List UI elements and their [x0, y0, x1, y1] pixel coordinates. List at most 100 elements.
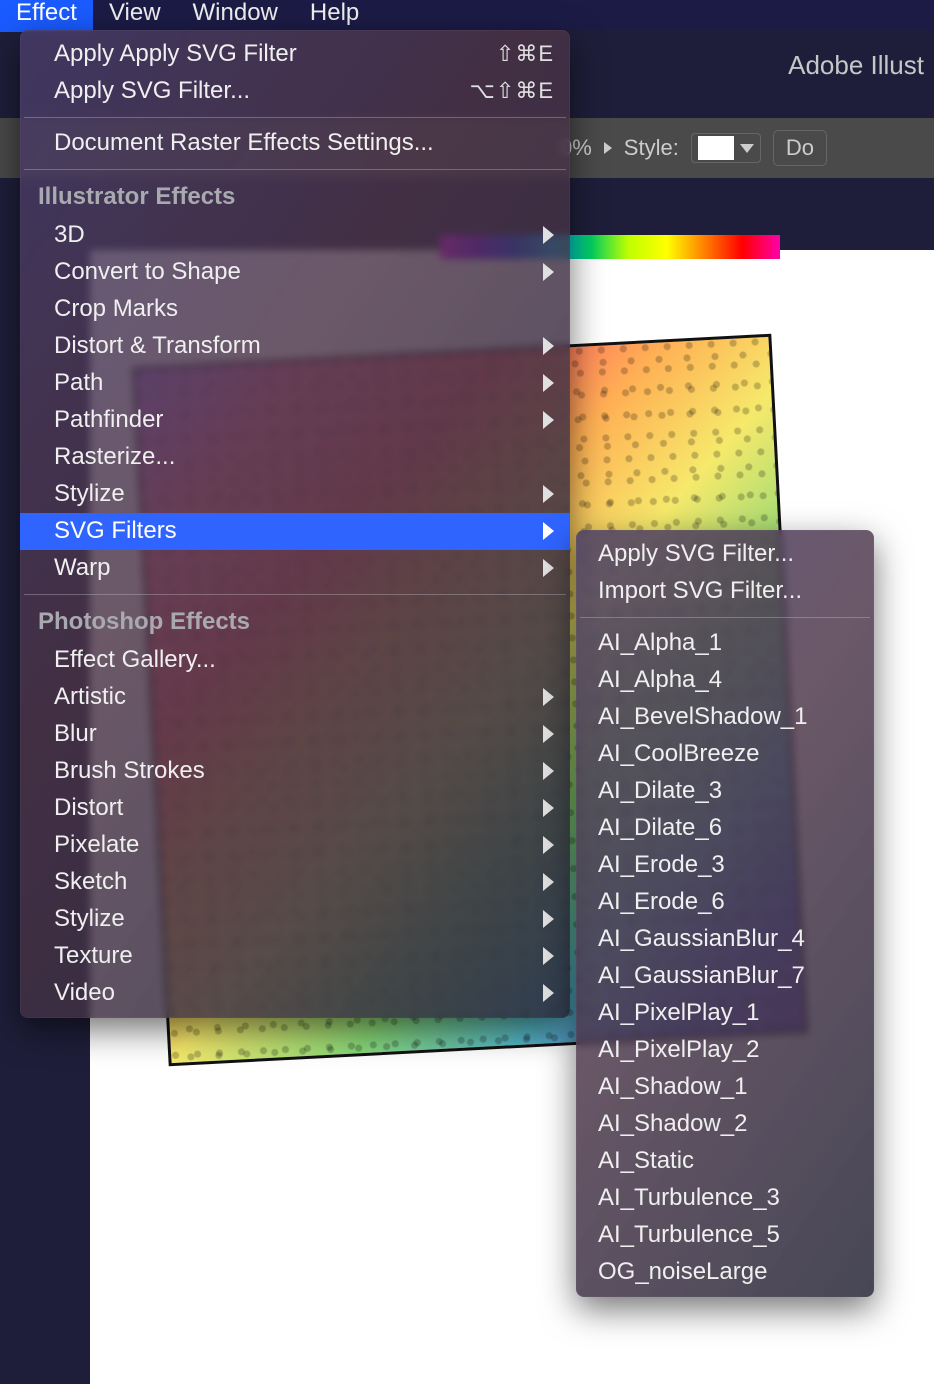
menu-item-label: Apply Apply SVG Filter — [54, 40, 297, 68]
menu-item-label: Convert to Shape — [54, 258, 241, 286]
submenu-arrow-icon — [543, 762, 554, 780]
menu-item-label: AI_Erode_3 — [598, 851, 725, 879]
svg-filter-ai-turbulence-5[interactable]: AI_Turbulence_5 — [576, 1217, 874, 1254]
menu-item-label: Brush Strokes — [54, 757, 205, 785]
menubar-item-window[interactable]: Window — [177, 0, 294, 32]
menu-item-label: Distort & Transform — [54, 332, 261, 360]
app-title: Adobe Illust — [788, 50, 924, 81]
menu-item-stylize[interactable]: Stylize — [20, 901, 570, 938]
svg-filter-ai-shadow-2[interactable]: AI_Shadow_2 — [576, 1106, 874, 1143]
menu-item-label: AI_Dilate_3 — [598, 777, 722, 805]
menu-item-distort[interactable]: Distort — [20, 790, 570, 827]
svg-filter-ai-gaussianblur-7[interactable]: AI_GaussianBlur_7 — [576, 958, 874, 995]
menu-item-artistic[interactable]: Artistic — [20, 679, 570, 716]
menu-item-label: AI_Erode_6 — [598, 888, 725, 916]
svg-filter-ai-static[interactable]: AI_Static — [576, 1143, 874, 1180]
svg-filter-ai-pixelplay-1[interactable]: AI_PixelPlay_1 — [576, 995, 874, 1032]
menu-item-blur[interactable]: Blur — [20, 716, 570, 753]
submenu-arrow-icon — [543, 559, 554, 577]
menu-item-apply-svg-filter[interactable]: Apply SVG Filter... ⌥⇧⌘E — [20, 73, 570, 110]
menu-item-sketch[interactable]: Sketch — [20, 864, 570, 901]
menu-item-label: AI_Static — [598, 1147, 694, 1175]
menu-item-label: Path — [54, 369, 103, 397]
menu-item-label: Pathfinder — [54, 406, 163, 434]
menu-item-label: Apply SVG Filter... — [598, 540, 794, 568]
svg-filter-ai-dilate-6[interactable]: AI_Dilate_6 — [576, 810, 874, 847]
submenu-item-import-svg-filter[interactable]: Import SVG Filter... — [576, 573, 874, 610]
menu-item-label: Sketch — [54, 868, 127, 896]
menu-item-texture[interactable]: Texture — [20, 938, 570, 975]
svg-filter-ai-gaussianblur-4[interactable]: AI_GaussianBlur_4 — [576, 921, 874, 958]
menu-item-svg-filters[interactable]: SVG Filters — [20, 513, 570, 550]
menu-divider — [580, 617, 870, 618]
menu-item-label: Document Raster Effects Settings... — [54, 129, 434, 157]
svg-filter-ai-bevelshadow-1[interactable]: AI_BevelShadow_1 — [576, 699, 874, 736]
menu-item-rasterize[interactable]: Rasterize... — [20, 439, 570, 476]
submenu-arrow-icon — [543, 984, 554, 1002]
menu-item-label: Pixelate — [54, 831, 139, 859]
menu-item-label: Artistic — [54, 683, 126, 711]
submenu-arrow-icon — [543, 688, 554, 706]
menu-item-label: SVG Filters — [54, 517, 177, 545]
shortcut-text: ⇧⌘E — [496, 41, 554, 67]
menu-divider — [24, 117, 566, 118]
menu-item-label: Apply SVG Filter... — [54, 77, 250, 105]
svg-filter-og-noiselarge[interactable]: OG_noiseLarge — [576, 1254, 874, 1291]
menu-item-label: Texture — [54, 942, 133, 970]
menubar: Effect View Window Help — [0, 0, 934, 30]
menu-item-label: Video — [54, 979, 115, 1007]
menubar-item-effect[interactable]: Effect — [0, 0, 93, 32]
svg-filter-ai-erode-3[interactable]: AI_Erode_3 — [576, 847, 874, 884]
menubar-item-help[interactable]: Help — [294, 0, 375, 32]
menu-item-label: 3D — [54, 221, 85, 249]
submenu-arrow-icon — [543, 799, 554, 817]
options-button[interactable]: Do — [773, 130, 827, 166]
menu-item-convert-to-shape[interactable]: Convert to Shape — [20, 254, 570, 291]
menu-divider — [24, 594, 566, 595]
illustrator-effects-header: Illustrator Effects — [20, 177, 570, 217]
menu-item-label: Blur — [54, 720, 97, 748]
menubar-item-view[interactable]: View — [93, 0, 177, 32]
svg-filter-ai-turbulence-3[interactable]: AI_Turbulence_3 — [576, 1180, 874, 1217]
menu-item-label: OG_noiseLarge — [598, 1258, 767, 1286]
menu-item-effect-gallery[interactable]: Effect Gallery... — [20, 642, 570, 679]
svg-filter-ai-shadow-1[interactable]: AI_Shadow_1 — [576, 1069, 874, 1106]
menu-item-label: Distort — [54, 794, 123, 822]
menu-item-doc-raster-settings[interactable]: Document Raster Effects Settings... — [20, 125, 570, 162]
submenu-item-apply-svg-filter[interactable]: Apply SVG Filter... — [576, 536, 874, 573]
svg-filter-ai-alpha-1[interactable]: AI_Alpha_1 — [576, 625, 874, 662]
svg-filter-ai-alpha-4[interactable]: AI_Alpha_4 — [576, 662, 874, 699]
menu-item-label: Warp — [54, 554, 110, 582]
menu-item-3d[interactable]: 3D — [20, 217, 570, 254]
submenu-arrow-icon — [543, 836, 554, 854]
submenu-arrow-icon — [543, 263, 554, 281]
menu-item-label: AI_GaussianBlur_7 — [598, 962, 805, 990]
menu-item-label: Crop Marks — [54, 295, 178, 323]
svg-filter-ai-coolbreeze[interactable]: AI_CoolBreeze — [576, 736, 874, 773]
menu-item-label: AI_Alpha_1 — [598, 629, 722, 657]
submenu-arrow-icon — [543, 910, 554, 928]
menu-item-warp[interactable]: Warp — [20, 550, 570, 587]
menu-item-brush-strokes[interactable]: Brush Strokes — [20, 753, 570, 790]
menu-item-crop-marks[interactable]: Crop Marks — [20, 291, 570, 328]
menu-item-path[interactable]: Path — [20, 365, 570, 402]
submenu-arrow-icon — [543, 873, 554, 891]
menu-item-video[interactable]: Video — [20, 975, 570, 1012]
style-dropdown[interactable] — [691, 133, 761, 163]
submenu-arrow-icon — [543, 725, 554, 743]
menu-item-stylize[interactable]: Stylize — [20, 476, 570, 513]
menu-item-pixelate[interactable]: Pixelate — [20, 827, 570, 864]
menu-item-label: AI_PixelPlay_2 — [598, 1036, 759, 1064]
svg-filter-ai-erode-6[interactable]: AI_Erode_6 — [576, 884, 874, 921]
menu-item-pathfinder[interactable]: Pathfinder — [20, 402, 570, 439]
chevron-right-icon[interactable] — [604, 142, 612, 154]
svg-filter-ai-pixelplay-2[interactable]: AI_PixelPlay_2 — [576, 1032, 874, 1069]
svg-filter-ai-dilate-3[interactable]: AI_Dilate_3 — [576, 773, 874, 810]
submenu-arrow-icon — [543, 337, 554, 355]
menu-item-label: AI_Turbulence_5 — [598, 1221, 780, 1249]
menu-item-label: AI_GaussianBlur_4 — [598, 925, 805, 953]
menu-item-label: AI_Dilate_6 — [598, 814, 722, 842]
menu-item-apply-last[interactable]: Apply Apply SVG Filter ⇧⌘E — [20, 36, 570, 73]
menu-item-distort-transform[interactable]: Distort & Transform — [20, 328, 570, 365]
svg-filters-submenu: Apply SVG Filter...Import SVG Filter... … — [576, 530, 874, 1297]
